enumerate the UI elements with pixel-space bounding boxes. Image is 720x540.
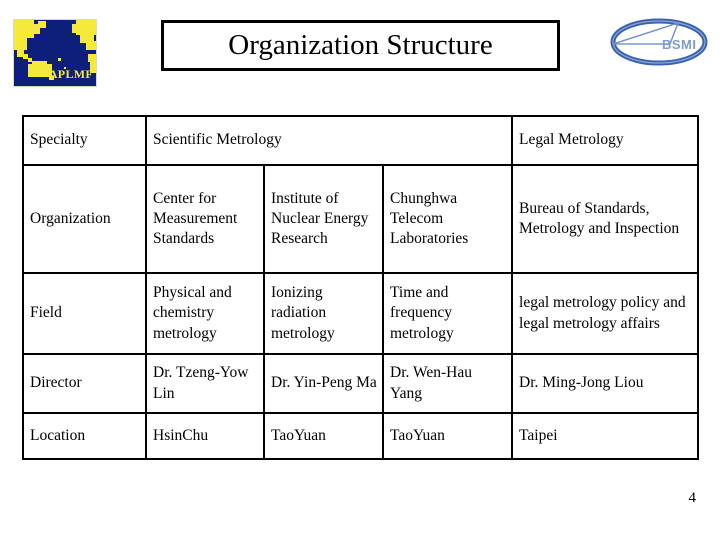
cell-director-bsmi: Dr. Ming-Jong Liou	[511, 353, 700, 414]
row-label-location: Location	[22, 412, 147, 460]
cell-director-iner: Dr. Yin-Peng Ma	[263, 353, 384, 414]
cell-director-cht: Dr. Wen-Hau Yang	[381, 353, 514, 414]
cell-location-cht: TaoYuan	[381, 412, 514, 460]
bsmi-logo-label: BSMI	[662, 37, 697, 52]
header-legal-metrology: Legal Metrology	[511, 115, 700, 166]
cell-location-cms: HsinChu	[145, 412, 265, 460]
cell-director-cms: Dr. Tzeng-Yow Lin	[145, 353, 265, 414]
table-row: Organization Center for Measurement Stan…	[22, 164, 700, 274]
cell-organization-cht: Chunghwa Telecom Laboratories	[381, 164, 514, 274]
cell-field-bsmi: legal metrology policy and legal metrolo…	[511, 272, 700, 355]
slide-title-box: Organization Structure	[161, 20, 560, 71]
cell-location-iner: TaoYuan	[263, 412, 384, 460]
aplmf-logo: APLMF	[13, 19, 97, 87]
cell-organization-iner: Institute of Nuclear Energy Research	[263, 164, 384, 274]
cell-organization-bsmi: Bureau of Standards, Metrology and Inspe…	[511, 164, 700, 274]
aplmf-logo-label: APLMF	[48, 67, 93, 81]
header-scientific-metrology: Scientific Metrology	[144, 115, 514, 166]
row-label-organization: Organization	[22, 164, 147, 274]
table-row: Director Dr. Tzeng-Yow Lin Dr. Yin-Peng …	[22, 353, 700, 414]
slide-header: APLMF Organization Structure BSMI	[0, 0, 720, 100]
page-number: 4	[688, 490, 697, 506]
page-title: Organization Structure	[228, 29, 493, 61]
organization-structure-table: Specialty Scientific Metrology Legal Met…	[22, 115, 700, 460]
table-row: Location HsinChu TaoYuan TaoYuan Taipei	[22, 412, 700, 460]
cell-organization-cms: Center for Measurement Standards	[145, 164, 265, 274]
cell-location-bsmi: Taipei	[511, 412, 700, 460]
cell-field-cms: Physical and chemistry metrology	[145, 272, 265, 355]
cell-field-cht: Time and frequency metrology	[381, 272, 514, 355]
row-label-director: Director	[22, 353, 147, 414]
row-label-field: Field	[22, 272, 147, 355]
table-row: Field Physical and chemistry metrology I…	[22, 272, 700, 355]
cell-field-iner: Ionizing radiation metrology	[263, 272, 384, 355]
bsmi-logo: BSMI	[610, 18, 708, 66]
table-header-row: Specialty Scientific Metrology Legal Met…	[22, 115, 700, 166]
header-specialty: Specialty	[22, 115, 147, 166]
